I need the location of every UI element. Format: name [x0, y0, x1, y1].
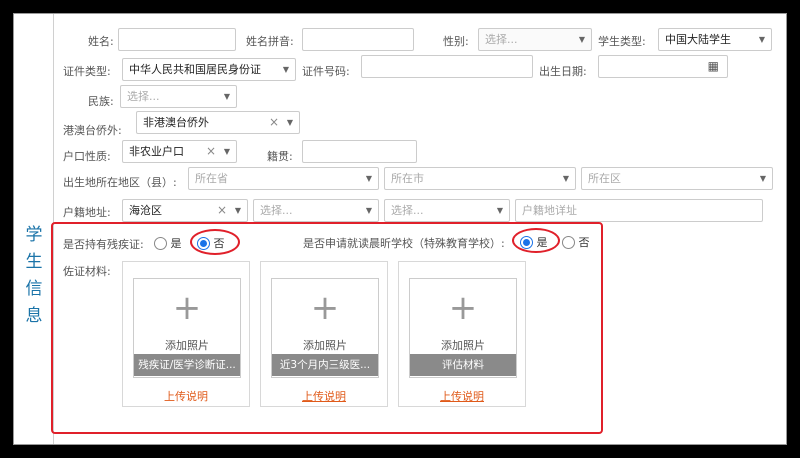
- caret-down-icon: ▼: [234, 206, 241, 215]
- section-title-text: 学生信息: [25, 225, 43, 326]
- caret-down-icon: ▼: [759, 174, 766, 183]
- clear-icon[interactable]: ×: [217, 200, 227, 221]
- caret-down-icon: ▼: [365, 174, 372, 183]
- student-type-select[interactable]: 中国大陆学生 ▼: [658, 28, 772, 51]
- hukou-select[interactable]: 非农业户口 × ▼: [122, 140, 237, 163]
- ethnic-placeholder: 选择...: [127, 90, 160, 103]
- student-info-panel: 学生信息 姓名: 姓名拼音: 性别: 选择... ▼ 学生类型: 中国大陆学生 …: [13, 13, 787, 445]
- gender-placeholder: 选择...: [485, 33, 518, 46]
- caret-down-icon: ▼: [578, 35, 585, 44]
- gender-label: 性别:: [443, 35, 469, 48]
- id-number-label: 证件号码:: [302, 65, 350, 78]
- district-select[interactable]: 所在区 ▼: [581, 167, 773, 190]
- caret-down-icon: ▼: [365, 206, 372, 215]
- huji-detail-input[interactable]: 户籍地详址: [515, 199, 763, 222]
- name-input[interactable]: [118, 28, 236, 51]
- caret-down-icon: ▼: [223, 147, 230, 156]
- district-placeholder: 所在区: [588, 172, 621, 185]
- overseas-value: 非港澳台侨外: [143, 116, 209, 129]
- caret-down-icon: ▼: [282, 65, 289, 74]
- birthplace-label: 出生地所在地区（县）:: [63, 176, 177, 189]
- clear-icon[interactable]: ×: [206, 141, 216, 162]
- huji-community-select[interactable]: 选择... ▼: [384, 199, 510, 222]
- ethnic-label: 民族:: [88, 95, 114, 108]
- city-placeholder: 所在市: [391, 172, 424, 185]
- pinyin-label: 姓名拼音:: [246, 35, 294, 48]
- section-title: 学生信息: [14, 14, 54, 444]
- id-type-select[interactable]: 中华人民共和国居民身份证 ▼: [122, 58, 296, 81]
- province-select[interactable]: 所在省 ▼: [188, 167, 379, 190]
- caret-down-icon: ▼: [286, 118, 293, 127]
- hukou-label: 户口性质:: [63, 150, 111, 163]
- huji-district-select[interactable]: 海沧区 × ▼: [122, 199, 248, 222]
- jiguan-input[interactable]: [302, 140, 417, 163]
- student-type-label: 学生类型:: [598, 35, 646, 48]
- pinyin-input[interactable]: [302, 28, 414, 51]
- jiguan-label: 籍贯:: [267, 150, 293, 163]
- caret-down-icon: ▼: [758, 35, 765, 44]
- huji-label: 户籍地址:: [63, 206, 111, 219]
- clear-icon[interactable]: ×: [269, 112, 279, 133]
- city-select[interactable]: 所在市 ▼: [384, 167, 576, 190]
- id-type-label: 证件类型:: [63, 65, 111, 78]
- form-area: 姓名: 姓名拼音: 性别: 选择... ▼ 学生类型: 中国大陆学生 ▼ 证件类…: [51, 14, 786, 444]
- huji-street-placeholder: 选择...: [260, 204, 293, 217]
- caret-down-icon: ▼: [496, 206, 503, 215]
- huji-street-select[interactable]: 选择... ▼: [253, 199, 379, 222]
- calendar-icon[interactable]: ▦: [708, 56, 719, 77]
- highlight-box: [51, 222, 603, 434]
- id-number-input[interactable]: [361, 55, 533, 78]
- birth-date-input[interactable]: ▦: [598, 55, 728, 78]
- huji-community-placeholder: 选择...: [391, 204, 424, 217]
- name-label: 姓名:: [88, 35, 114, 48]
- birth-date-label: 出生日期:: [539, 65, 587, 78]
- huji-value: 海沧区: [129, 204, 162, 217]
- huji-detail-placeholder: 户籍地详址: [522, 204, 577, 217]
- gender-select[interactable]: 选择... ▼: [478, 28, 592, 51]
- ethnic-select[interactable]: 选择... ▼: [120, 85, 237, 108]
- student-type-value: 中国大陆学生: [665, 33, 731, 46]
- caret-down-icon: ▼: [562, 174, 569, 183]
- province-placeholder: 所在省: [195, 172, 228, 185]
- id-type-value: 中华人民共和国居民身份证: [129, 63, 261, 76]
- caret-down-icon: ▼: [223, 92, 230, 101]
- overseas-label: 港澳台侨外:: [63, 124, 122, 137]
- overseas-select[interactable]: 非港澳台侨外 × ▼: [136, 111, 300, 134]
- hukou-value: 非农业户口: [129, 145, 184, 158]
